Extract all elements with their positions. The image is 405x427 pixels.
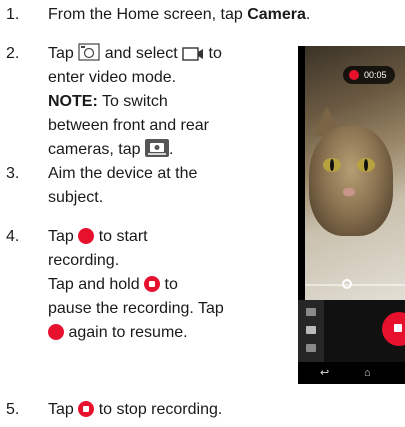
timer-text: 00:05 bbox=[364, 70, 387, 80]
step-line: subject. bbox=[48, 189, 104, 206]
step-text-part: Tap bbox=[48, 45, 79, 62]
step-text-part: Tap and hold bbox=[48, 276, 145, 293]
back-icon[interactable]: ↩ bbox=[320, 367, 329, 379]
step-line: again to resume. bbox=[48, 321, 224, 345]
stop-icon bbox=[144, 276, 161, 292]
recording-timer: 00:05 bbox=[343, 66, 395, 84]
cat-eye bbox=[357, 158, 375, 172]
step-line: between front and rear bbox=[48, 117, 209, 134]
step-text-part: Tap bbox=[48, 401, 79, 418]
step-text-part: To switch bbox=[97, 93, 168, 110]
step-text: Tap to start recording. Tap and hold to … bbox=[48, 225, 224, 345]
step-text-part: to bbox=[160, 276, 178, 293]
step-number: 4. bbox=[6, 228, 20, 245]
record-icon bbox=[48, 324, 64, 340]
step-4: 4. Tap to start recording. Tap and hold … bbox=[6, 225, 296, 345]
record-icon bbox=[78, 228, 95, 244]
step-text: From the Home screen, tap Camera. bbox=[48, 3, 310, 27]
camera-label: Camera bbox=[247, 6, 306, 23]
step-text-part: Tap bbox=[48, 228, 79, 245]
step-line: Tap and hold to bbox=[48, 273, 224, 297]
cat-eye bbox=[323, 158, 341, 172]
home-icon[interactable]: ⌂ bbox=[364, 367, 371, 379]
step-text-part: . bbox=[305, 6, 311, 23]
step-text-part: to start bbox=[94, 228, 148, 245]
video-mode-icon bbox=[182, 45, 204, 69]
phone-screenshot: 00:05 ↩ ⌂ bbox=[298, 46, 405, 384]
nav-bar: ↩ ⌂ bbox=[298, 362, 405, 384]
mode-switcher bbox=[298, 300, 324, 362]
camera-mode-icon[interactable] bbox=[306, 308, 316, 316]
step-text: Aim the device at the subject. bbox=[48, 162, 197, 210]
step-3: 3. Aim the device at the subject. bbox=[6, 162, 296, 210]
zoom-track bbox=[305, 284, 405, 286]
step-2: 2. Tap and select to enter video mode. N… bbox=[6, 42, 296, 162]
note-label: NOTE: bbox=[48, 93, 98, 110]
recording-indicator-icon bbox=[349, 70, 359, 80]
note-line: NOTE: To switch bbox=[48, 90, 222, 114]
step-text-part: From the Home screen, tap bbox=[48, 6, 248, 23]
step-number: 2. bbox=[6, 45, 20, 62]
step-1: 1. From the Home screen, tap Camera. bbox=[6, 3, 401, 27]
step-number: 5. bbox=[6, 401, 20, 418]
step-text: Tap and select to enter video mode. NOTE… bbox=[48, 42, 222, 162]
cat-nose bbox=[343, 188, 355, 196]
camera-preview bbox=[305, 46, 405, 300]
step-line: recording. bbox=[48, 252, 120, 269]
step-line: Tap to start bbox=[48, 225, 224, 249]
video-mode-icon[interactable] bbox=[306, 326, 316, 334]
step-number: 3. bbox=[6, 165, 20, 182]
cat-face bbox=[309, 126, 393, 236]
step-text-part: . bbox=[168, 141, 174, 158]
step-line: Tap and select to bbox=[48, 42, 222, 66]
zoom-handle[interactable] bbox=[342, 279, 352, 289]
step-text-part: again to resume. bbox=[64, 324, 188, 341]
step-text-part: cameras, tap bbox=[48, 141, 145, 158]
panorama-mode-icon[interactable] bbox=[306, 344, 316, 352]
stop-icon bbox=[78, 401, 95, 417]
step-number: 1. bbox=[6, 6, 20, 23]
step-line: Aim the device at the bbox=[48, 165, 198, 182]
step-line: pause the recording. Tap bbox=[48, 300, 224, 317]
step-line: cameras, tap . bbox=[48, 138, 222, 162]
step-text-part: and select bbox=[100, 45, 183, 62]
step-line: enter video mode. bbox=[48, 69, 177, 86]
step-text: Tap to stop recording. bbox=[48, 398, 222, 422]
step-text-part: to stop recording. bbox=[94, 401, 223, 418]
step-text-part: to bbox=[204, 45, 222, 62]
step-5: 5. Tap to stop recording. bbox=[6, 398, 401, 422]
